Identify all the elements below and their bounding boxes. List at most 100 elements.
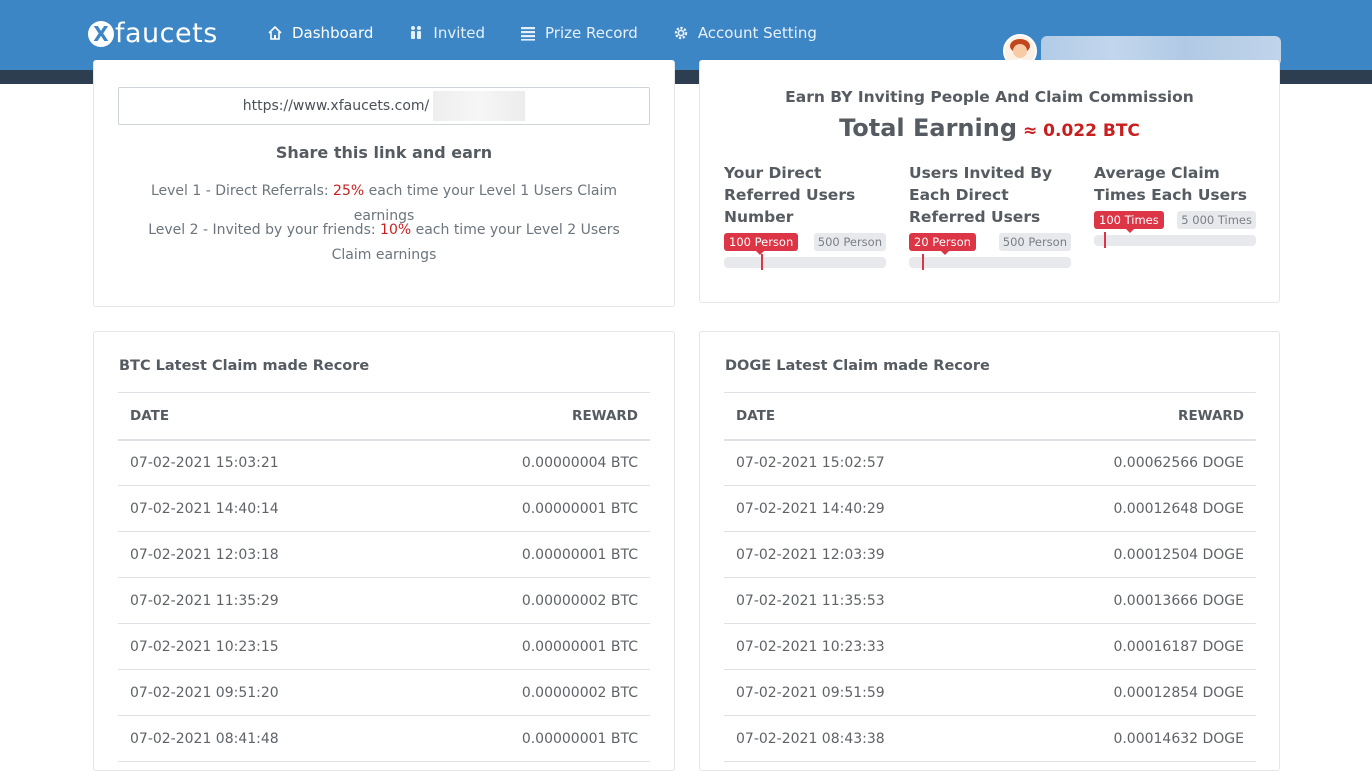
nav-prize-record[interactable]: Prize Record — [519, 24, 638, 42]
cell-reward: 0.00000002 BTC — [411, 577, 650, 624]
table-row: 07-02-2021 11:35:53 0.00013666 DOGE — [724, 577, 1256, 624]
level1-prefix: Level 1 - Direct Referrals: — [150, 183, 334, 199]
cell-date: 07-02-2021 09:51:20 — [118, 669, 412, 716]
cell-reward: 0.00000001 BTC — [411, 485, 650, 532]
nav-invited[interactable]: Invited — [407, 24, 485, 42]
column-header-reward: REWARD — [411, 392, 650, 441]
stat-progress-bar — [1094, 232, 1256, 248]
cell-date: 07-02-2021 12:03:39 — [724, 531, 1005, 578]
nav-invited-label: Invited — [433, 24, 485, 42]
table-row: 07-02-2021 14:40:29 0.00012648 DOGE — [724, 485, 1256, 532]
table-row: 07-02-2021 12:03:39 0.00012504 DOGE — [724, 531, 1256, 578]
table-header-row: DATE REWARD — [118, 392, 650, 441]
stat-title-line: Each Direct — [909, 186, 1009, 204]
logo-mark: X — [88, 20, 114, 47]
table-row: 07-02-2021 08:41:48 0.00000001 BTC — [118, 715, 650, 762]
total-earning-label: Total Earning — [839, 114, 1018, 142]
stat-title-line: Users Invited By — [909, 164, 1053, 182]
doge-table-title: DOGE Latest Claim made Recore — [725, 358, 990, 374]
cell-date: 07-02-2021 14:40:14 — [118, 485, 412, 532]
table-row: 07-02-2021 12:03:18 0.00000001 BTC — [118, 531, 650, 578]
people-icon — [407, 24, 425, 42]
stat-title: Average Claim Times Each Users — [1094, 162, 1256, 206]
stat-value-badge: 100 Person — [724, 233, 799, 255]
cell-reward: 0.00000004 BTC — [411, 439, 650, 486]
stat-average-claims: Average Claim Times Each Users 100 Times… — [1094, 162, 1256, 248]
stat-indirect-referrals: Users Invited By Each Direct Referred Us… — [909, 162, 1071, 270]
referral-link-field[interactable]: https://www.xfaucets.com/ — [118, 87, 650, 125]
table-row: 07-02-2021 15:02:57 0.00062566 DOGE — [724, 439, 1256, 486]
stat-progress-marker — [921, 254, 924, 270]
table-row: 07-02-2021 08:43:38 0.00014632 DOGE — [724, 715, 1256, 762]
level1-pct: 25% — [333, 183, 365, 199]
nav-prize-record-label: Prize Record — [545, 24, 638, 42]
table-row: 07-02-2021 10:23:33 0.00016187 DOGE — [724, 623, 1256, 670]
logo-text: faucets — [115, 18, 218, 49]
stat-progress-marker — [761, 254, 764, 270]
gear-icon — [672, 24, 690, 42]
level2-pct: 10% — [380, 222, 412, 238]
table-row: 07-02-2021 09:51:20 0.00000002 BTC — [118, 669, 650, 716]
doge-claims-card: DOGE Latest Claim made Recore DATE REWAR… — [699, 331, 1280, 771]
main-nav: Dashboard Invited Prize Record Account S… — [266, 24, 851, 42]
cell-date: 07-02-2021 11:35:29 — [118, 577, 412, 624]
stat-progress-marker — [1103, 232, 1106, 248]
cell-reward: 0.00062566 DOGE — [1004, 439, 1256, 486]
home-icon — [266, 24, 284, 42]
stat-direct-referrals: Your Direct Referred Users Number 100 Pe… — [724, 162, 886, 270]
list-icon — [519, 24, 537, 42]
cell-reward: 0.00000001 BTC — [411, 715, 650, 762]
stat-title: Users Invited By Each Direct Referred Us… — [909, 162, 1071, 228]
table-row: 07-02-2021 09:51:59 0.00012854 DOGE — [724, 669, 1256, 716]
cell-reward: 0.00012648 DOGE — [1004, 485, 1256, 532]
stat-title-line: Referred Users — [909, 208, 1041, 226]
btc-table-title: BTC Latest Claim made Recore — [119, 358, 370, 374]
nav-account-setting[interactable]: Account Setting — [672, 24, 817, 42]
cell-date: 07-02-2021 09:51:59 — [724, 669, 1005, 716]
stat-progress-bar — [909, 254, 1071, 270]
cell-date: 07-02-2021 08:41:48 — [118, 715, 412, 762]
table-header-row: DATE REWARD — [724, 392, 1256, 441]
doge-claims-table: DATE REWARD 07-02-2021 15:02:57 0.0006256… — [724, 392, 1256, 762]
level2-info: Level 2 - Invited by your friends: 10% e… — [134, 218, 634, 268]
table-row: 07-02-2021 15:03:21 0.00000004 BTC — [118, 439, 650, 486]
referral-card: https://www.xfaucets.com/ Share this lin… — [93, 60, 675, 307]
earnings-card: Earn BY Inviting People And Claim Commis… — [699, 60, 1280, 303]
cell-date: 07-02-2021 12:03:18 — [118, 531, 412, 578]
site-logo[interactable]: X faucets — [88, 18, 218, 49]
table-row: 07-02-2021 10:23:15 0.00000001 BTC — [118, 623, 650, 670]
referral-code-redacted — [433, 91, 526, 121]
share-title: Share this link and earn — [275, 143, 493, 162]
nav-account-setting-label: Account Setting — [697, 24, 817, 42]
cell-reward: 0.00000001 BTC — [411, 531, 650, 578]
cell-reward: 0.00013666 DOGE — [1004, 577, 1256, 624]
table-row: 07-02-2021 14:40:14 0.00000001 BTC — [118, 485, 650, 532]
cell-date: 07-02-2021 11:35:53 — [724, 577, 1005, 624]
nav-dashboard-label: Dashboard — [292, 24, 374, 42]
stat-max-badge: 5 000 Times — [1177, 211, 1256, 229]
cell-date: 07-02-2021 08:43:38 — [724, 715, 1005, 762]
stat-title-line: Referred Users — [724, 186, 856, 204]
stat-max-badge: 500 Person — [998, 233, 1071, 251]
total-earning: Total Earning ≈ 0.022 BTC — [700, 114, 1279, 142]
stat-title-line: Your Direct — [724, 164, 822, 182]
cell-date: 07-02-2021 10:23:15 — [118, 623, 412, 670]
cell-date: 07-02-2021 15:03:21 — [118, 439, 412, 486]
stat-value-badge: 20 Person — [909, 233, 976, 255]
level2-prefix: Level 2 - Invited by your friends: — [148, 222, 381, 238]
stat-title: Your Direct Referred Users Number — [724, 162, 886, 228]
stat-progress-bar — [724, 254, 886, 270]
cell-date: 07-02-2021 10:23:33 — [724, 623, 1005, 670]
column-header-reward: REWARD — [1004, 392, 1256, 441]
nav-dashboard[interactable]: Dashboard — [266, 24, 373, 42]
cell-reward: 0.00000002 BTC — [411, 669, 650, 716]
cell-reward: 0.00014632 DOGE — [1004, 715, 1256, 762]
referral-link-text: https://www.xfaucets.com/ — [242, 98, 430, 114]
column-header-date: DATE — [724, 392, 1005, 441]
cell-date: 07-02-2021 15:02:57 — [724, 439, 1005, 486]
btc-claims-table: DATE REWARD 07-02-2021 15:03:21 0.0000000… — [118, 392, 650, 762]
cell-reward: 0.00016187 DOGE — [1004, 623, 1256, 670]
cell-reward: 0.00012504 DOGE — [1004, 531, 1256, 578]
earnings-subtitle: Earn BY Inviting People And Claim Commis… — [785, 88, 1194, 106]
table-row: 07-02-2021 11:35:29 0.00000002 BTC — [118, 577, 650, 624]
